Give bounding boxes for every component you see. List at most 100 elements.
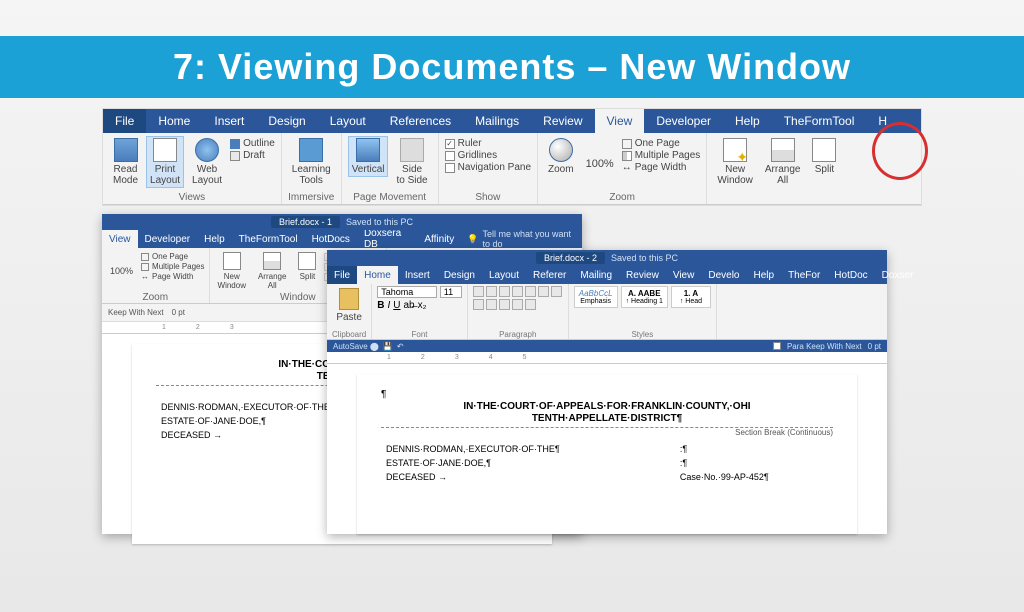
- zoom-button[interactable]: Zoom: [544, 136, 578, 177]
- indent-dec-button[interactable]: [512, 286, 523, 297]
- win2-tab-design[interactable]: Design: [437, 266, 482, 284]
- side-to-side-button[interactable]: Side to Side: [392, 136, 431, 188]
- style-emphasis[interactable]: AaBbCcLEmphasis: [574, 286, 618, 308]
- multilevel-button[interactable]: [499, 286, 510, 297]
- tab-view[interactable]: View: [595, 109, 645, 133]
- doc2-section-break: Section Break (Continuous): [381, 427, 833, 437]
- paste-button[interactable]: Paste: [332, 286, 366, 325]
- tab-help[interactable]: Help: [723, 109, 772, 133]
- win2-tab-review[interactable]: Review: [619, 266, 666, 284]
- bullets-button[interactable]: [473, 286, 484, 297]
- gridlines-checkbox[interactable]: Gridlines: [445, 150, 531, 161]
- read-mode-button[interactable]: Read Mode: [109, 136, 142, 188]
- zoom-100-button[interactable]: 100%: [582, 158, 618, 170]
- win2-tab-layout[interactable]: Layout: [482, 266, 526, 284]
- win2-tab-hotdocs[interactable]: HotDoc: [827, 266, 874, 284]
- draft-button[interactable]: Draft: [230, 150, 275, 161]
- page-width-button[interactable]: ↔Page Width: [622, 162, 701, 173]
- split-button[interactable]: Split: [808, 136, 840, 177]
- sort-button[interactable]: [538, 286, 549, 297]
- tab-more[interactable]: H: [866, 109, 899, 133]
- align-left-button[interactable]: [551, 286, 562, 297]
- tab-references[interactable]: References: [378, 109, 463, 133]
- keep-with-next-checkbox[interactable]: [773, 342, 781, 350]
- win2-tab-home[interactable]: Home: [357, 266, 398, 284]
- win1-tab-doxsera[interactable]: Doxserá DB: [357, 230, 417, 248]
- tab-home[interactable]: Home: [146, 109, 202, 133]
- sub-super-button[interactable]: x₂: [418, 300, 427, 311]
- shading-button[interactable]: [512, 299, 523, 310]
- win1-tab-developer[interactable]: Developer: [138, 230, 198, 248]
- ribbon-tabs: File Home Insert Design Layout Reference…: [103, 109, 921, 133]
- arrange-all-button[interactable]: Arrange All: [761, 136, 805, 188]
- multi-pages-button[interactable]: Multiple Pages: [622, 150, 701, 161]
- win1-new-window-button[interactable]: New Window: [214, 250, 250, 292]
- win1-tab-view[interactable]: View: [102, 230, 138, 248]
- win2-tab-theformtool[interactable]: TheFor: [781, 266, 827, 284]
- tab-design[interactable]: Design: [256, 109, 317, 133]
- tab-review[interactable]: Review: [531, 109, 594, 133]
- strike-button[interactable]: ab̶: [404, 300, 415, 311]
- new-window-button[interactable]: ✦New Window: [713, 136, 757, 188]
- tell-me-search[interactable]: 💡Tell me what you want to do: [461, 230, 582, 248]
- style-heading2[interactable]: 1. A↑ Head: [671, 286, 711, 308]
- borders-button[interactable]: [525, 299, 536, 310]
- align-center-button[interactable]: [473, 299, 484, 310]
- win1-zoom-pct[interactable]: 100%: [106, 266, 137, 276]
- win2-tab-insert[interactable]: Insert: [398, 266, 437, 284]
- window-1-doc-name: Brief.docx - 1: [271, 216, 340, 228]
- win2-tab-references[interactable]: Referer: [526, 266, 573, 284]
- group-zoom: Zoom 100% One Page Multiple Pages ↔Page …: [538, 133, 707, 204]
- one-page-button[interactable]: One Page: [622, 138, 701, 149]
- tab-layout[interactable]: Layout: [318, 109, 378, 133]
- web-layout-button[interactable]: Web Layout: [188, 136, 226, 188]
- autosave-toggle[interactable]: AutoSave ⬤: [333, 342, 379, 351]
- arrange-all-icon: [771, 138, 795, 162]
- style-heading1[interactable]: A. AABE↑ Heading 1: [621, 286, 668, 308]
- tab-mailings[interactable]: Mailings: [463, 109, 531, 133]
- win2-tab-mailings[interactable]: Mailing: [573, 266, 619, 284]
- win1-tab-affinity[interactable]: Affinity: [417, 230, 461, 248]
- align-right-button[interactable]: [486, 299, 497, 310]
- learning-tools-button[interactable]: Learning Tools: [288, 136, 335, 188]
- win1-page-width[interactable]: ↔Page Width: [141, 272, 204, 281]
- win1-tab-help[interactable]: Help: [197, 230, 232, 248]
- undo-icon[interactable]: ↶: [397, 342, 404, 351]
- italic-button[interactable]: I: [387, 300, 390, 311]
- win2-tab-help[interactable]: Help: [746, 266, 781, 284]
- print-layout-button[interactable]: Print Layout: [146, 136, 184, 188]
- win1-arrange-all-button[interactable]: Arrange All: [254, 250, 290, 292]
- win1-multi-pages[interactable]: Multiple Pages: [141, 262, 204, 271]
- win2-group-paragraph: Paragraph: [468, 284, 569, 339]
- keep-with-next-label: Keep With Next: [108, 308, 164, 317]
- win1-tab-theformtool[interactable]: TheFormTool: [232, 230, 305, 248]
- win2-tab-view[interactable]: View: [666, 266, 702, 284]
- win2-tab-doxsera[interactable]: Doxser: [875, 266, 921, 284]
- tab-insert[interactable]: Insert: [202, 109, 256, 133]
- checkbox-icon: ✓: [445, 139, 455, 149]
- win2-tab-developer[interactable]: Develo: [701, 266, 746, 284]
- tab-theformtool[interactable]: TheFormTool: [772, 109, 867, 133]
- tab-developer[interactable]: Developer: [644, 109, 723, 133]
- font-name-select[interactable]: Tahoma: [377, 286, 437, 298]
- save-icon[interactable]: 💾: [383, 342, 393, 351]
- win2-tab-file[interactable]: File: [327, 266, 357, 284]
- ruler-checkbox[interactable]: ✓Ruler: [445, 138, 531, 149]
- justify-button[interactable]: [499, 299, 510, 310]
- tab-file[interactable]: File: [103, 109, 146, 133]
- bold-button[interactable]: B: [377, 300, 384, 311]
- outline-icon: [230, 139, 240, 149]
- vertical-button[interactable]: Vertical: [348, 136, 389, 177]
- win1-tab-hotdocs[interactable]: HotDocs: [305, 230, 357, 248]
- win2-group-clipboard: Paste Clipboard: [327, 284, 372, 339]
- outline-button[interactable]: Outline: [230, 138, 275, 149]
- win2-ruler[interactable]: 12345: [327, 352, 887, 364]
- nav-pane-checkbox[interactable]: Navigation Pane: [445, 162, 531, 173]
- font-size-select[interactable]: 11: [440, 286, 462, 298]
- win1-split-button[interactable]: Split: [294, 250, 320, 283]
- numbering-button[interactable]: [486, 286, 497, 297]
- win1-one-page[interactable]: One Page: [141, 252, 204, 261]
- page-movement-group-label: Page Movement: [348, 192, 432, 203]
- underline-button[interactable]: U: [393, 300, 400, 311]
- indent-inc-button[interactable]: [525, 286, 536, 297]
